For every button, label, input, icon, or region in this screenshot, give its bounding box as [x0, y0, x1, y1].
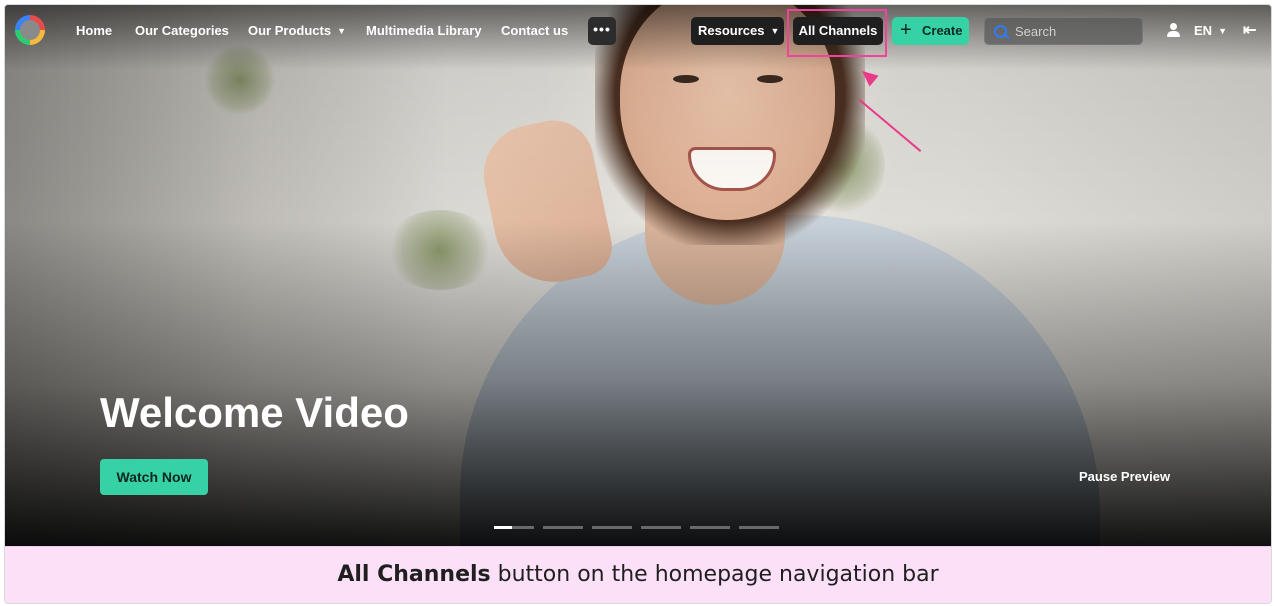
watch-now-button[interactable]: Watch Now [100, 459, 208, 495]
search-input[interactable] [1015, 23, 1135, 39]
slide-indicator-active[interactable] [494, 526, 534, 529]
chevron-down-icon: ▼ [337, 26, 346, 36]
slide-indicator[interactable] [592, 526, 632, 529]
nav-home-link[interactable]: Home [76, 23, 112, 38]
resources-dropdown-button[interactable]: Resources ▼ [691, 17, 784, 45]
annotation-highlight-box [787, 9, 887, 57]
slide-indicator[interactable] [739, 526, 779, 529]
create-button[interactable]: + Create [892, 17, 969, 45]
slide-indicator[interactable] [543, 526, 583, 529]
plus-icon: + [900, 19, 912, 41]
pause-preview-button[interactable]: Pause Preview [1079, 469, 1170, 484]
slide-indicator[interactable] [641, 526, 681, 529]
more-menu-button[interactable]: ••• [588, 17, 616, 45]
nav-multimedia-link[interactable]: Multimedia Library [366, 23, 482, 38]
nav-products-link[interactable]: Our Products ▼ [248, 23, 346, 38]
caption-text: button on the homepage navigation bar [490, 562, 939, 587]
search-box[interactable] [984, 17, 1143, 45]
caption-bar: All Channels button on the homepage navi… [5, 546, 1271, 603]
user-head-shape [1170, 23, 1177, 30]
search-icon [994, 25, 1007, 38]
hero-banner: Home Our Categories Our Products ▼ Multim… [5, 5, 1271, 546]
chevron-down-icon: ▼ [1218, 26, 1227, 36]
nav-categories-link[interactable]: Our Categories [135, 23, 229, 38]
slide-indicator[interactable] [690, 526, 730, 529]
user-body-shape [1167, 31, 1180, 37]
screenshot-frame: Home Our Categories Our Products ▼ Multim… [4, 4, 1272, 604]
top-navigation-bar: Home Our Categories Our Products ▼ Multim… [5, 5, 1271, 57]
resources-label: Resources [698, 23, 765, 38]
nav-contact-link[interactable]: Contact us [501, 23, 568, 38]
create-label: Create [922, 23, 963, 38]
chevron-down-icon: ▼ [770, 26, 780, 36]
site-logo[interactable] [15, 15, 45, 45]
caption-bold-text: All Channels [337, 562, 491, 587]
language-selector[interactable]: EN ▼ [1194, 23, 1227, 38]
nav-products-label: Our Products [248, 23, 332, 38]
hero-title: Welcome Video [100, 389, 409, 436]
user-profile-icon[interactable] [1166, 23, 1180, 37]
collapse-exit-icon[interactable]: ⇤ [1243, 20, 1256, 40]
language-label: EN [1194, 23, 1213, 38]
